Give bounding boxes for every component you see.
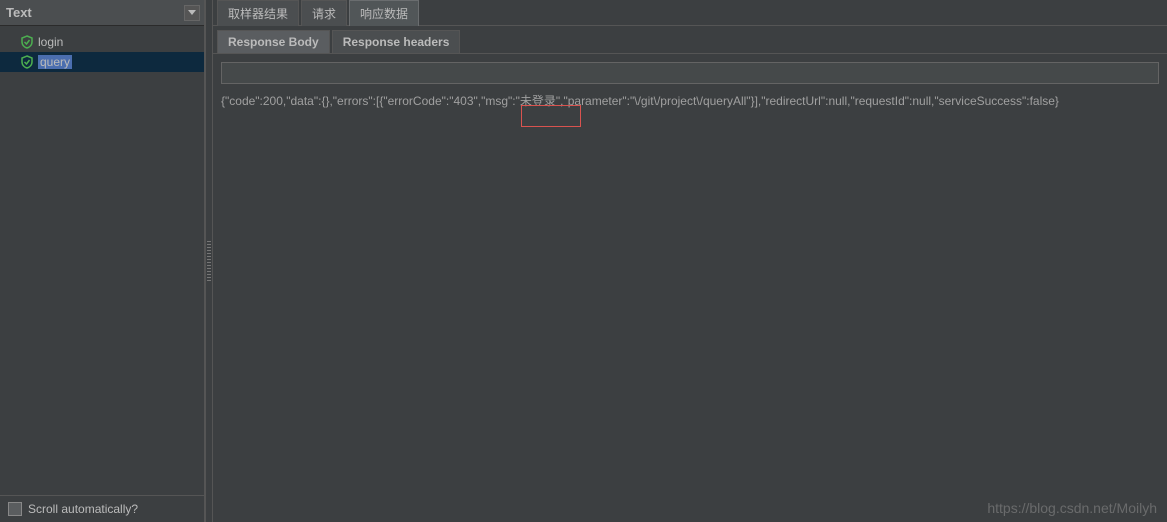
watermark-text: https://blog.csdn.net/Moilyh bbox=[987, 500, 1157, 516]
tree-item-login[interactable]: login bbox=[0, 32, 204, 52]
sub-tab-response-headers[interactable]: Response headers bbox=[332, 30, 461, 54]
tree-label: query bbox=[38, 55, 72, 69]
success-shield-icon bbox=[20, 55, 34, 69]
dropdown-button[interactable] bbox=[184, 5, 200, 21]
tab-request[interactable]: 请求 bbox=[301, 0, 347, 26]
splitter-grip-icon bbox=[207, 241, 211, 281]
sampler-tree: login query bbox=[0, 26, 204, 495]
panel-splitter[interactable] bbox=[205, 0, 213, 522]
left-footer: Scroll automatically? bbox=[0, 495, 204, 522]
scroll-auto-checkbox[interactable] bbox=[8, 502, 22, 516]
success-shield-icon bbox=[20, 35, 34, 49]
left-panel: Text login query Scroll automatically? bbox=[0, 0, 205, 522]
top-tabs: 取样器结果 请求 响应数据 bbox=[213, 0, 1167, 26]
right-panel: 取样器结果 请求 响应数据 Response Body Response hea… bbox=[213, 0, 1167, 522]
search-input[interactable] bbox=[221, 62, 1159, 84]
left-header-title: Text bbox=[6, 5, 32, 20]
chevron-down-icon bbox=[188, 10, 196, 15]
tab-sampler-result[interactable]: 取样器结果 bbox=[217, 0, 299, 26]
sub-tabs: Response Body Response headers bbox=[213, 26, 1167, 54]
sub-tab-response-body[interactable]: Response Body bbox=[217, 30, 330, 54]
tree-label: login bbox=[38, 35, 63, 49]
tree-item-query[interactable]: query bbox=[0, 52, 204, 72]
tab-response-data[interactable]: 响应数据 bbox=[349, 0, 419, 26]
scroll-auto-label: Scroll automatically? bbox=[28, 502, 138, 516]
response-body-text[interactable]: {"code":200,"data":{},"errors":[{"errorC… bbox=[221, 92, 1159, 109]
content-area: {"code":200,"data":{},"errors":[{"errorC… bbox=[213, 54, 1167, 522]
left-panel-header: Text bbox=[0, 0, 204, 26]
